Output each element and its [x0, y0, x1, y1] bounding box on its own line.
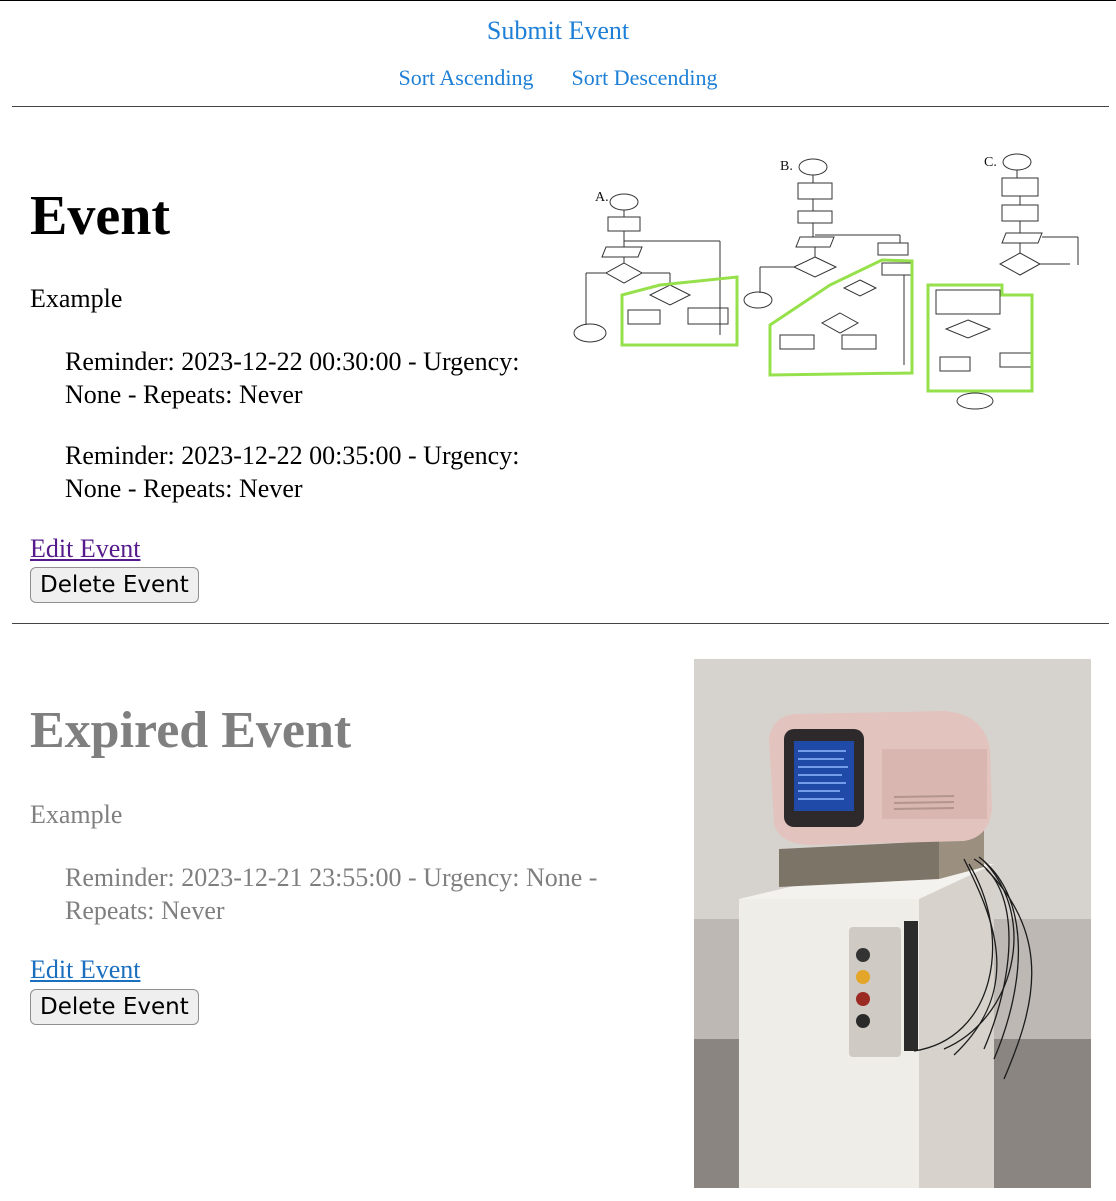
event-description: Example: [30, 284, 123, 313]
edit-event-link[interactable]: Edit Event: [30, 955, 140, 985]
sort-controls: Sort Ascending Sort Descending: [0, 65, 1116, 91]
retro-computer-photo: [694, 659, 1091, 1188]
edit-event-link[interactable]: Edit Event: [30, 534, 140, 564]
reminder-item: Reminder: 2023-12-22 00:30:00 - Urgency:…: [65, 347, 520, 409]
nav-submit: Submit Event: [0, 16, 1116, 46]
sort-ascending-link[interactable]: Sort Ascending: [398, 65, 533, 90]
reminder-item: Reminder: 2023-12-21 23:55:00 - Urgency:…: [65, 863, 598, 925]
reminder-item: Reminder: 2023-12-22 00:35:00 - Urgency:…: [65, 441, 520, 503]
divider: [12, 623, 1109, 624]
expired-event-title: Expired Event: [30, 702, 352, 759]
delete-event-button[interactable]: Delete Event: [30, 567, 199, 603]
top-border: [0, 0, 1116, 1]
submit-event-link[interactable]: Submit Event: [487, 16, 629, 45]
sort-descending-link[interactable]: Sort Descending: [572, 65, 718, 90]
flowchart-label-a: A.: [595, 190, 609, 205]
flowchart-label-c: C.: [984, 155, 997, 170]
event-description: Example: [30, 800, 123, 829]
divider: [12, 106, 1109, 107]
flowchart-label-b: B.: [780, 159, 793, 174]
event-title: Event: [30, 185, 170, 247]
delete-event-button[interactable]: Delete Event: [30, 989, 199, 1025]
flowchart-image: A. B. C.: [573, 153, 1079, 410]
